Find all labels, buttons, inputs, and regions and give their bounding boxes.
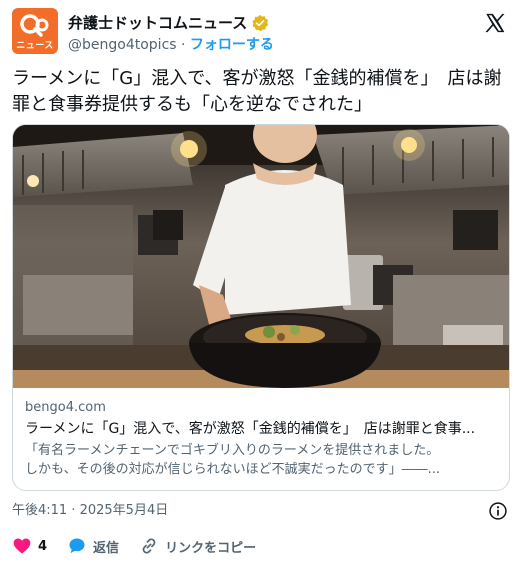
link-card[interactable]: bengo4.com ラーメンに「G」混入で、客が激怒「金銭的補償を」 店は謝罪… — [12, 124, 510, 491]
account-name[interactable]: 弁護士ドットコムニュース — [68, 12, 247, 33]
heart-icon — [13, 538, 31, 554]
x-logo-icon[interactable] — [484, 12, 506, 34]
card-domain: bengo4.com — [25, 400, 106, 415]
card-image[interactable] — [13, 125, 509, 388]
like-count: 4 — [38, 538, 48, 554]
account-handle[interactable]: @bengo4topics — [68, 37, 177, 53]
info-icon[interactable] — [488, 501, 508, 521]
bengo4-logo-icon — [20, 14, 49, 37]
account-avatar[interactable]: ニュース — [12, 8, 58, 54]
verified-badge-icon — [252, 14, 269, 31]
copy-link-button[interactable]: リンクをコピー — [139, 536, 256, 556]
speech-bubble-icon — [69, 538, 85, 554]
card-meta: bengo4.com ラーメンに「G」混入で、客が激怒「金銭的補償を」 店は謝罪… — [25, 399, 497, 479]
card-title[interactable]: ラーメンに「G」混入で、客が激怒「金銭的補償を」 店は謝罪と食事... — [25, 419, 497, 439]
separator: · — [176, 37, 190, 53]
tweet-text: ラーメンに「G」混入で、客が激怒「金銭的補償を」 店は謝罪と食事券提供するも「心… — [12, 68, 502, 115]
avatar-label: ニュース — [16, 41, 54, 51]
copy-link-label: リンクをコピー — [165, 540, 257, 556]
follow-button[interactable]: フォローする — [190, 37, 274, 53]
link-icon — [142, 538, 156, 554]
tweet-header: ニュース 弁護士ドットコムニュース @bengo4topics · フォローする — [12, 8, 508, 56]
handle-row: @bengo4topics · フォローする — [68, 34, 274, 54]
reply-label: 返信 — [93, 540, 120, 556]
action-bar: 4 返信 リンクをコピー — [12, 534, 508, 558]
like-button[interactable]: 4 — [12, 536, 47, 556]
ramen-bowl — [189, 313, 381, 388]
reply-button[interactable]: 返信 — [67, 536, 119, 556]
card-description: 「有名ラーメンチェーンでゴキブリ入りのラーメンを提供されました。 しかも、その後… — [25, 441, 497, 479]
account-name-row[interactable]: 弁護士ドットコムニュース — [68, 12, 269, 33]
tweet-timestamp[interactable]: 午後4:11 · 2025年5月4日 — [12, 503, 168, 518]
timestamp-row: 午後4:11 · 2025年5月4日 — [12, 500, 508, 522]
card-description-line-1: 「有名ラーメンチェーンでゴキブリ入りのラーメンを提供されました。 — [25, 443, 440, 458]
card-description-line-2: しかも、その後の対応が信じられないほど不誠実だったのです」――... — [25, 462, 441, 477]
